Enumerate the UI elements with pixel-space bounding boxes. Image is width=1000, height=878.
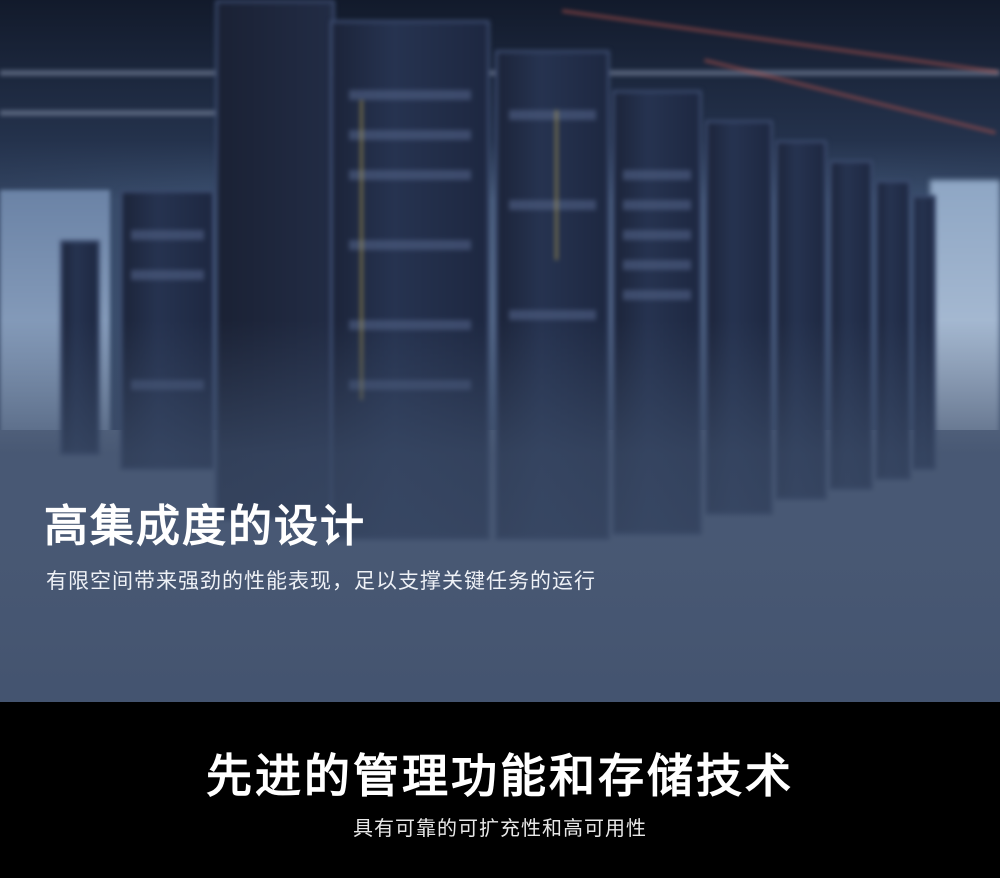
- feature-subtitle: 具有可靠的可扩充性和高可用性: [353, 816, 647, 840]
- hero-subtitle: 有限空间带来强劲的性能表现，足以支撑关键任务的运行: [46, 569, 596, 593]
- feature-title: 先进的管理功能和存储技术: [206, 749, 794, 803]
- hero-title: 高集成度的设计: [44, 501, 366, 552]
- server-room-photo: [0, 0, 1000, 702]
